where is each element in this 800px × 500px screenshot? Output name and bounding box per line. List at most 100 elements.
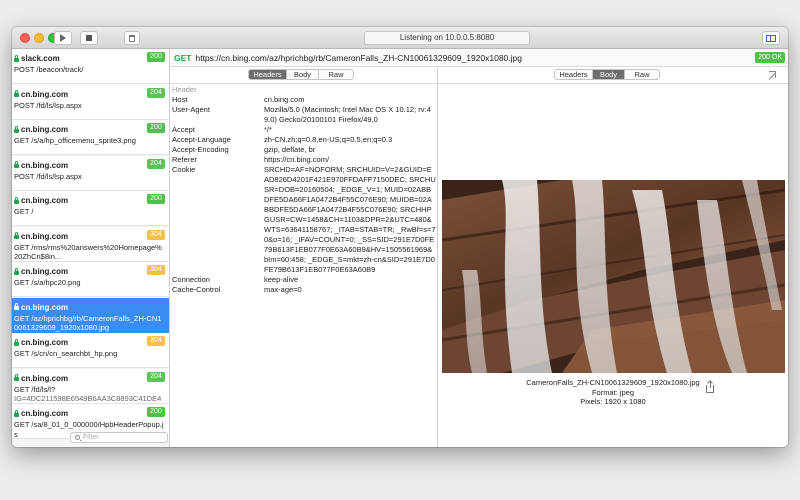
header-row: Host cn.bing.com [172, 95, 436, 105]
lock-icon [14, 409, 19, 417]
stop-button[interactable] [80, 31, 98, 45]
request-path: POST /fd/ls/lsp.aspx [14, 100, 82, 110]
header-value: Mozilla/5.0 (Macintosh; Intel Mac OS X 1… [264, 105, 431, 124]
list-item[interactable]: cn.bing.com GET /s/cn/cn_searchbt_hp.png… [12, 333, 169, 368]
lock-icon [14, 90, 19, 97]
lock-icon [14, 232, 19, 239]
tab-body[interactable]: Body [593, 70, 625, 79]
request-path: GET /fd/ls/l? [14, 384, 56, 394]
status-badge: 304 [147, 265, 165, 275]
section-label: Header [172, 85, 197, 94]
request-host: cn.bing.com [21, 196, 69, 205]
request-path: GET /rms/rms%20answers%20Homepage%20ZhCn… [14, 242, 162, 261]
list-item[interactable]: cn.bing.com GET /s/a/hpc20.png 304 [12, 262, 169, 297]
header-key: Accept [172, 125, 195, 134]
request-detail-pane: Headers Body Raw Header Host cn.bing.com … [170, 67, 438, 447]
list-item[interactable]: slack.com POST /beacon/track/ 200 [12, 49, 169, 84]
header-key: Host [172, 95, 188, 104]
request-host: slack.com [21, 54, 60, 63]
header-row: Accept-Encoding gzip, deflate, br [172, 145, 436, 155]
response-status-badge: 200 OK [755, 52, 785, 63]
list-item[interactable]: cn.bing.com POST /fd/ls/lsp.aspx 204 [12, 84, 169, 120]
request-path: GET / [14, 207, 34, 216]
lock-icon [14, 303, 19, 310]
titlebar: Listening on 10.0.0.5:8080 [12, 27, 788, 49]
header-value: SRCHD=AF=NOFORM; SRCHUID=V=2&GUID=EAD826… [264, 165, 436, 274]
status-badge: 200 [147, 123, 165, 133]
list-item-selected[interactable]: cn.bing.com GET /az/hprichbg/rb/CameronF… [12, 297, 169, 333]
request-host: cn.bing.com [21, 409, 69, 418]
lock-icon [14, 161, 19, 168]
lock-icon [14, 374, 19, 381]
share-icon[interactable] [706, 381, 714, 393]
start-button[interactable] [54, 31, 72, 45]
status-badge: 200 [147, 407, 165, 417]
response-detail-pane: Headers Body Raw CameronFalls_ZH-CN10061… [438, 67, 788, 447]
listening-status: Listening on 10.0.0.5:8080 [364, 31, 530, 45]
list-item[interactable]: cn.bing.com POST /fd/ls/lsp.aspx 204 [12, 155, 169, 191]
filter-placeholder: Filter [83, 434, 99, 441]
header-key: User-Agent [172, 105, 210, 114]
request-path: GET /s/a/hp_officemenu_sprite3.png [14, 136, 136, 145]
request-list[interactable]: slack.com POST /beacon/track/ 200 cn.bin… [12, 49, 170, 447]
header-row: User-Agent Mozilla/5.0 (Macintosh; Intel … [172, 105, 436, 125]
lock-icon [14, 338, 19, 346]
header-row: Cookie SRCHD=AF=NOFORM; SRCHUID=V=2&GUID=… [172, 165, 436, 275]
lock-icon [14, 196, 19, 204]
list-item[interactable]: cn.bing.com GET / 200 [12, 191, 169, 226]
response-image-preview [442, 180, 785, 373]
status-badge: 304 [147, 229, 165, 240]
header-row: Referer https://cn.bing.com/ [172, 155, 436, 165]
tab-raw[interactable]: Raw [319, 70, 353, 79]
request-host: cn.bing.com [21, 231, 69, 241]
list-item[interactable]: cn.bing.com GET /s/a/hp_officemenu_sprit… [12, 120, 169, 155]
header-value: zh-CN,zh;q=0.8,en-US;q=0.5,en;q=0.3 [264, 135, 393, 144]
status-badge: 204 [147, 87, 165, 98]
header-row: Accept */* [172, 125, 436, 135]
tab-body[interactable]: Body [287, 70, 319, 79]
request-tabs: Headers Body Raw [248, 69, 354, 80]
header-value: cn.bing.com [264, 95, 305, 104]
tab-raw[interactable]: Raw [625, 70, 659, 79]
request-path: POST /fd/ls/lsp.aspx [14, 171, 82, 181]
request-path: GET /az/hprichbg/rb/CameronFalls_ZH-CN10… [14, 313, 162, 332]
request-host: cn.bing.com [21, 89, 69, 99]
lock-icon [14, 125, 19, 133]
tab-headers[interactable]: Headers [555, 70, 593, 79]
header-key: Connection [172, 275, 210, 284]
request-host: cn.bing.com [21, 338, 69, 347]
header-key: Cookie [172, 165, 196, 174]
request-url[interactable]: https://cn.bing.com/az/hprichbg/rb/Camer… [195, 53, 522, 63]
divider [438, 83, 788, 84]
list-item[interactable]: cn.bing.com GET /fd/ls/l? IG=4DC211598E6… [12, 368, 169, 404]
search-icon [75, 435, 80, 440]
header-value: https://cn.bing.com/ [264, 155, 330, 164]
status-badge: 204 [147, 158, 165, 169]
split-view-icon [766, 34, 776, 42]
toggle-split-button[interactable] [762, 31, 780, 45]
request-host: cn.bing.com [21, 302, 69, 312]
app-window: Listening on 10.0.0.5:8080 slack.com POS… [12, 27, 788, 447]
header-key: Accept-Encoding [172, 145, 229, 154]
request-path: GET /s/cn/cn_searchbt_hp.png [14, 349, 118, 358]
response-tabs: Headers Body Raw [554, 69, 660, 80]
close-window-button[interactable] [20, 33, 30, 43]
header-key: Referer [172, 155, 198, 164]
header-key: Accept-Language [172, 135, 231, 144]
lock-icon [14, 267, 19, 275]
request-host: cn.bing.com [21, 373, 69, 383]
clear-button[interactable] [124, 31, 140, 45]
minimize-window-button[interactable] [34, 33, 44, 43]
header-value: max-age=0 [264, 285, 302, 294]
image-format: Format: jpeg [591, 387, 635, 397]
lock-icon [14, 54, 19, 62]
headers-table: Host cn.bing.com User-Agent Mozilla/5.0 (M… [172, 95, 436, 295]
tab-headers[interactable]: Headers [249, 70, 287, 79]
play-icon [60, 34, 66, 42]
header-key: Cache-Control [172, 285, 221, 294]
request-method: GET [174, 52, 192, 63]
filter-input[interactable]: Filter [70, 432, 168, 443]
list-item[interactable]: cn.bing.com GET /rms/rms%20answers%20Hom… [12, 226, 169, 262]
waterfall-image [442, 180, 785, 373]
expand-icon[interactable] [769, 71, 776, 78]
